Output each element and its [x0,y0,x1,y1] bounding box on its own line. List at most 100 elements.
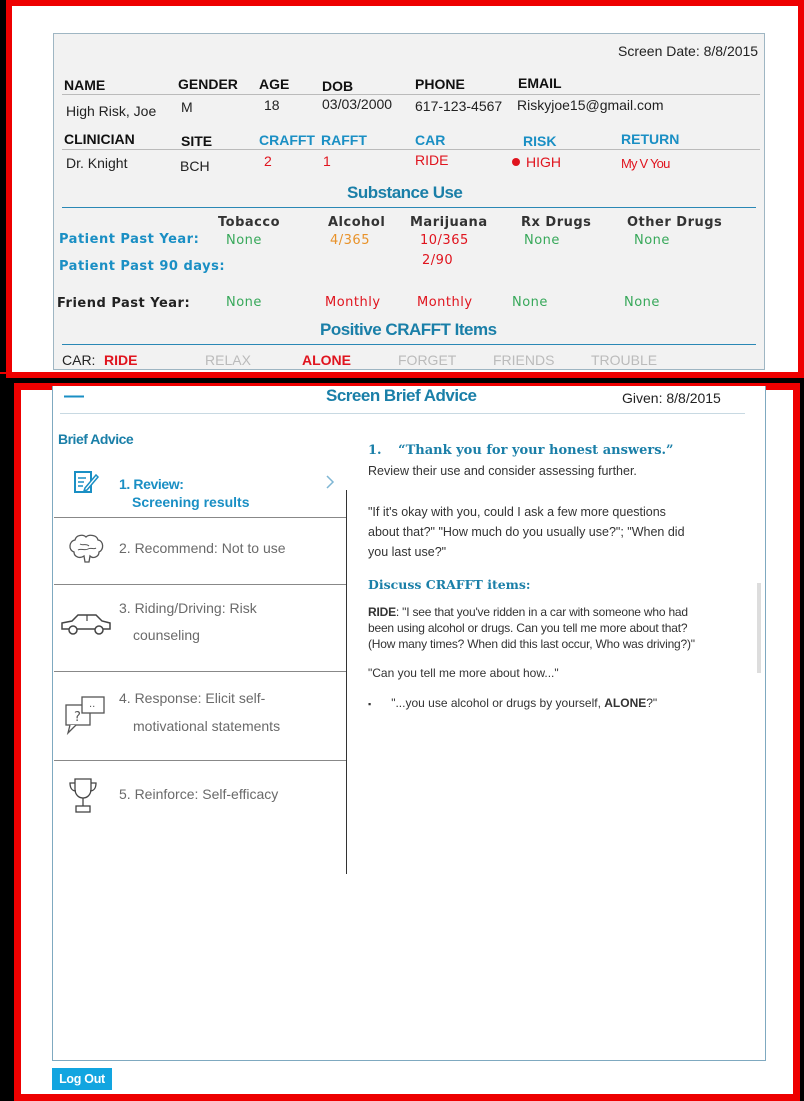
header-age: AGE [259,76,290,92]
content-heading-num: 1. [368,443,382,458]
alone-post: ?" [646,696,658,710]
step-5-line1: 5. Reinforce: Self-efficacy [119,786,279,802]
rafft-score: 1 [323,153,331,169]
chevron-right-icon [325,474,335,495]
advice-header-divider [60,413,745,414]
past-year-alcohol: 4/365 [330,233,370,248]
content-scrollbar[interactable] [757,583,761,673]
clinician-site: BCH [180,158,210,174]
crafft-alone: ALONE [302,352,351,366]
crafft-divider [62,344,756,345]
svg-text:?: ? [74,710,81,725]
header-gender: GENDER [178,76,238,92]
patient-divider [62,94,760,95]
header-phone: PHONE [415,76,465,92]
crafft-friends: FRIENDS [493,352,555,366]
header-return: RETURN [621,131,680,147]
risk-value: HIGH [526,154,561,170]
header-site: SITE [181,133,213,149]
crafft-score: 2 [264,153,272,169]
content-question-para: "If it's okay with you, could I ask a fe… [368,505,685,559]
past-year-rx: None [524,233,560,248]
friend-tobacco: None [226,295,262,310]
col-marijuana: Marijuana [410,215,488,230]
step-4-line1: 4. Response: Elicit self- [119,690,266,706]
header-clinician: CLINICIAN [64,131,135,147]
past-year-other: None [634,233,670,248]
step-3-line2: counseling [133,627,200,643]
risk-dot-icon [512,158,520,166]
patient-dob: 03/03/2000 [322,96,393,112]
brain-icon [66,532,106,571]
patient-name: High Risk, Joe [66,103,157,119]
speech-bubbles-icon: ?.. [62,693,108,742]
crafft-items-row: CAR: RIDE RELAX ALONE FORGET FRIENDS TRO… [62,352,762,366]
capture-separator [0,372,804,374]
friend-label: Friend Past Year: [57,296,191,311]
crafft-ride: RIDE [104,352,138,366]
col-alcohol: Alcohol [328,215,386,230]
step-2-line1: 2. Recommend: Not to use [119,540,286,556]
content-ride-label: RIDE [368,605,396,619]
crafft-relax: RELAX [205,352,251,366]
substance-divider [62,207,756,208]
header-car: CAR [415,132,446,148]
trophy-icon [68,776,98,821]
clinician-divider [62,149,760,150]
step-4-line2: motivational statements [133,718,281,734]
content-heading: “Thank you for your honest answers.” [398,443,674,458]
alone-pre: "...you use alcohol or drugs by yourself… [391,696,605,710]
content-tell-more: "Can you tell me more about how..." [368,666,559,680]
car-value: RIDE [415,152,449,168]
content-review-line: Review their use and consider assessing … [368,464,637,478]
past-90-marijuana: 2/90 [422,253,454,268]
logout-button[interactable]: Log Out [52,1068,112,1090]
friend-rx: None [512,295,548,310]
screen-date: Screen Date: 8/8/2015 [618,43,759,59]
past-90-label: Patient Past 90 days: [59,259,226,274]
given-date: Given: 8/8/2015 [622,390,721,406]
content-ride-para: RIDE: "I see that you've ridden in a car… [368,604,698,652]
content-ride-text: : "I see that you've ridden in a car wit… [368,605,695,651]
friend-alcohol: Monthly [325,295,381,310]
crafft-items-title: Positive CRAFFT Items [320,320,497,339]
clinician-name: Dr. Knight [66,155,128,171]
notepad-pencil-icon [72,468,100,501]
svg-text:..: .. [89,699,95,710]
content-alone-bullet: ▪ "...you use alcohol or drugs by yoursel… [368,694,698,713]
patient-age: 18 [264,97,280,113]
substance-use-title: Substance Use [347,183,463,202]
step-1-line2: Screening results [132,494,250,510]
patient-gender: M [181,99,193,115]
patient-phone: 617-123-4567 [415,98,503,114]
brief-advice-title: Screen Brief Advice [326,386,477,405]
patient-email[interactable]: Riskyjoe15@gmail.com [517,97,663,113]
friend-marijuana: Monthly [417,295,473,310]
header-email: EMAIL [518,75,562,91]
past-year-tobacco: None [226,233,262,248]
col-other-drugs: Other Drugs [627,215,723,230]
crafft-trouble: TROUBLE [591,352,658,366]
col-tobacco: Tobacco [218,215,280,230]
content-discuss: Discuss CRAFFT items: [368,577,531,592]
header-risk: RISK [523,133,557,149]
past-year-marijuana: 10/365 [420,233,469,248]
header-name: NAME [64,77,106,93]
bullet-icon: ▪ [368,699,372,709]
alone-word: ALONE [604,696,647,710]
step-1-line1: 1. Review: [119,476,184,492]
step-3-line1: 3. Riding/Driving: Risk [119,600,257,616]
friend-other: None [624,295,660,310]
brief-advice-label: Brief Advice [58,431,134,447]
header-crafft: CRAFFT [259,132,315,148]
crafft-forget: FORGET [398,352,457,366]
col-rx-drugs: Rx Drugs [521,215,592,230]
crafft-car-label: CAR: [62,352,96,366]
past-year-label: Patient Past Year: [59,232,200,247]
collapse-button[interactable]: — [64,385,84,408]
car-icon [58,611,114,642]
advice-content: 1. “Thank you for your honest answers.” … [368,442,698,713]
header-rafft: RAFFT [321,132,367,148]
return-value: My V You [621,156,670,171]
steps-content-divider [346,490,347,874]
